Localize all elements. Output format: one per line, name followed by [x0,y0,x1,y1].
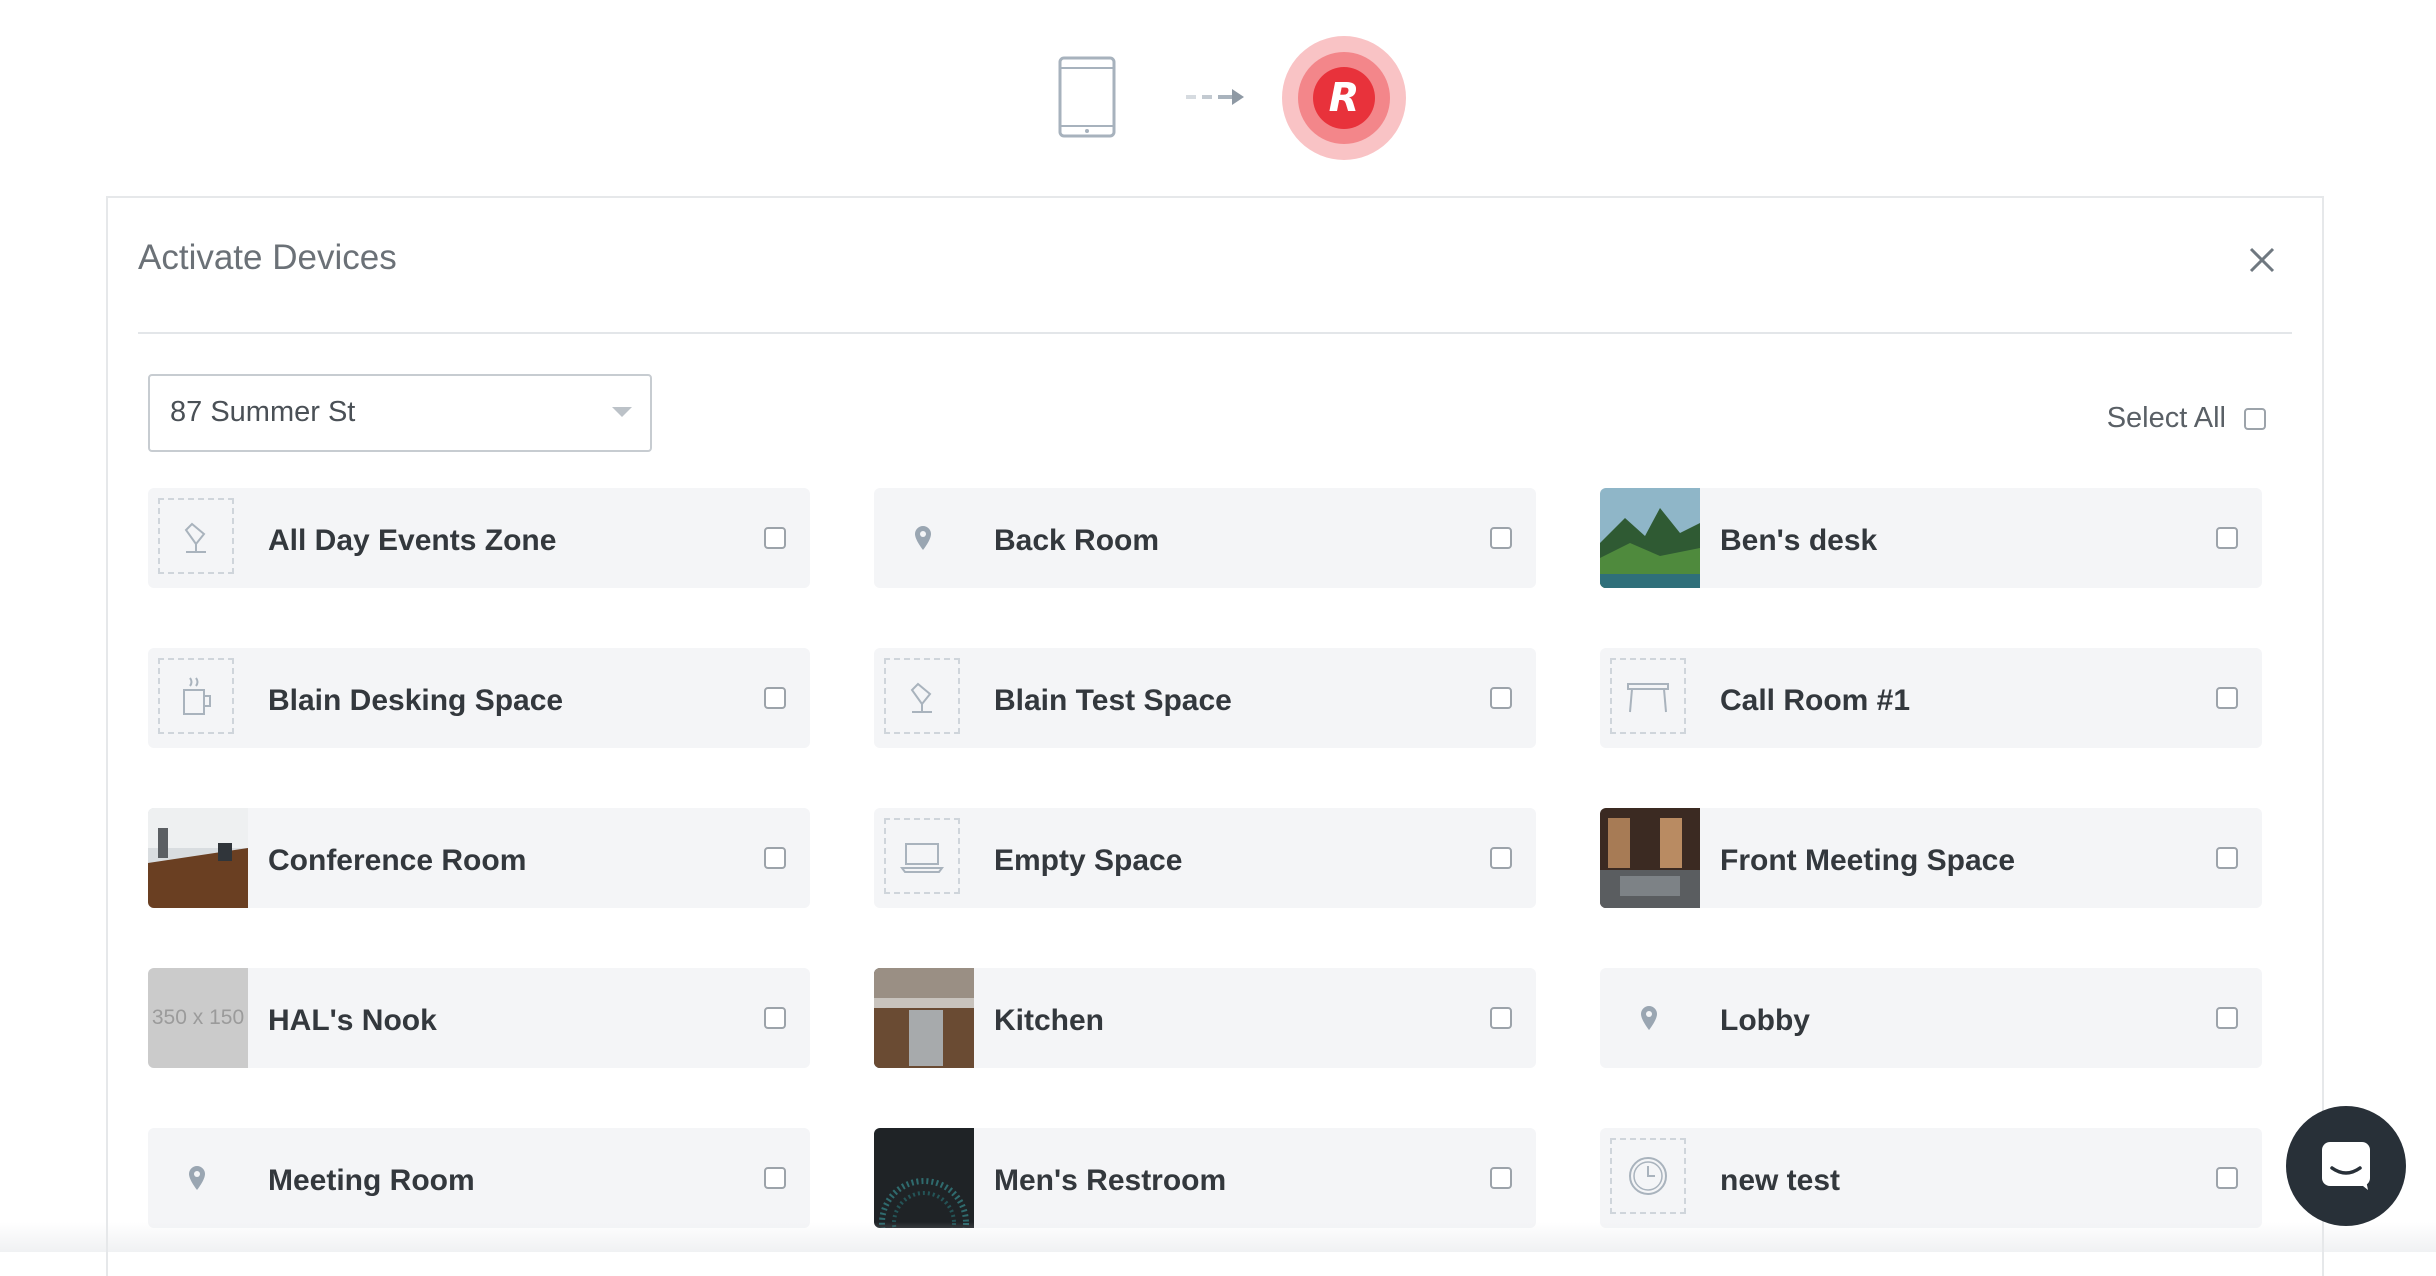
space-thumbnail [148,1128,248,1228]
space-card[interactable]: Men's Restroom [874,1128,1536,1228]
space-name: Blain Test Space [994,684,1232,717]
space-name: Ben's desk [1720,524,1878,557]
space-card[interactable]: Blain Test Space [874,648,1536,748]
space-name: new test [1720,1164,1841,1197]
select-all-label: Select All [2106,402,2226,434]
space-name: Back Room [994,524,1160,557]
space-name: All Day Events Zone [268,524,557,557]
space-thumbnail [1600,648,1700,748]
space-card[interactable]: Lobby [1600,968,2262,1068]
space-thumbnail [148,808,248,908]
space-card[interactable]: Front Meeting Space [1600,808,2262,908]
space-name: Meeting Room [268,1164,475,1197]
space-name: Men's Restroom [994,1164,1227,1197]
close-icon[interactable] [2242,240,2282,280]
space-card[interactable]: All Day Events Zone [148,488,810,588]
coffee-cup-icon [183,677,211,715]
space-name: HAL's Nook [268,1004,437,1037]
space-thumbnail: 350 x 150 [148,968,248,1068]
chevron-down-icon [612,407,632,417]
space-checkbox[interactable] [764,687,786,709]
activate-devices-modal: Activate Devices 87 Summer St Select All… [106,196,2324,1276]
landscape-photo [1600,488,1700,588]
space-checkbox[interactable] [2216,1007,2238,1029]
activation-flow-banner: R [0,0,2436,190]
space-name: Conference Room [268,844,527,877]
chat-launcher-button[interactable] [2286,1106,2406,1226]
laptop-icon [900,843,944,873]
space-name: Empty Space [994,844,1183,877]
space-name: Kitchen [994,1004,1105,1037]
location-pin-icon [189,1166,205,1190]
space-checkbox[interactable] [2216,847,2238,869]
space-card[interactable]: Meeting Room [148,1128,810,1228]
space-card[interactable]: new test [1600,1128,2262,1228]
space-checkbox[interactable] [764,1167,786,1189]
dashed-arrow-icon [1186,89,1244,105]
space-checkbox[interactable] [764,1007,786,1029]
space-checkbox[interactable] [1490,1007,1512,1029]
space-thumbnail [874,488,974,588]
office-photo [148,808,248,908]
space-checkbox[interactable] [1490,687,1512,709]
table-icon [1627,683,1669,713]
space-card[interactable]: Back Room [874,488,1536,588]
space-checkbox[interactable] [1490,847,1512,869]
space-card[interactable]: 350 x 150 HAL's Nook [148,968,810,1068]
desk-lamp-icon [910,682,932,713]
placeholder-image-text: 350 x 150 [151,1006,245,1029]
space-name: Lobby [1720,1004,1810,1037]
modal-title: Activate Devices [138,238,397,277]
clock-icon [1629,1157,1667,1195]
tablet-icon [1058,56,1116,138]
space-name: Call Room #1 [1720,684,1911,717]
space-checkbox[interactable] [764,527,786,549]
modal-header-divider [138,332,2292,334]
space-card[interactable]: Ben's desk [1600,488,2262,588]
space-checkbox[interactable] [1490,527,1512,549]
chat-icon [2322,1142,2370,1190]
robin-logo: R [1282,36,1406,160]
space-card[interactable]: Blain Desking Space [148,648,810,748]
kitchen-photo [874,968,974,1068]
space-checkbox[interactable] [2216,527,2238,549]
dark-photo [874,1128,974,1228]
location-pin-icon [1641,1006,1657,1030]
desk-lamp-icon [184,522,206,553]
space-card[interactable]: Conference Room [148,808,810,908]
select-all[interactable]: Select All [2107,402,2266,435]
space-thumbnail [1600,808,1700,908]
space-card[interactable]: Call Room #1 [1600,648,2262,748]
space-thumbnail [874,808,974,908]
space-thumbnail [1600,1128,1700,1228]
location-pin-icon [915,526,931,550]
location-select[interactable]: 87 Summer St [148,374,652,452]
select-all-checkbox[interactable] [2244,407,2266,430]
space-checkbox[interactable] [2216,687,2238,709]
space-checkbox[interactable] [1490,1167,1512,1189]
space-thumbnail [874,648,974,748]
space-thumbnail [1600,968,1700,1068]
space-checkbox[interactable] [764,847,786,869]
space-thumbnail [874,1128,974,1228]
location-select-value: 87 Summer St [170,396,356,428]
scroll-fade [0,1222,2436,1252]
space-thumbnail [148,488,248,588]
space-thumbnail [1600,488,1700,588]
space-thumbnail [148,648,248,748]
space-thumbnail [874,968,974,1068]
space-card[interactable]: Kitchen [874,968,1536,1068]
room-photo [1600,808,1700,908]
space-name: Front Meeting Space [1720,844,2016,877]
space-name: Blain Desking Space [268,684,564,717]
space-checkbox[interactable] [2216,1167,2238,1189]
space-card[interactable]: Empty Space [874,808,1536,908]
